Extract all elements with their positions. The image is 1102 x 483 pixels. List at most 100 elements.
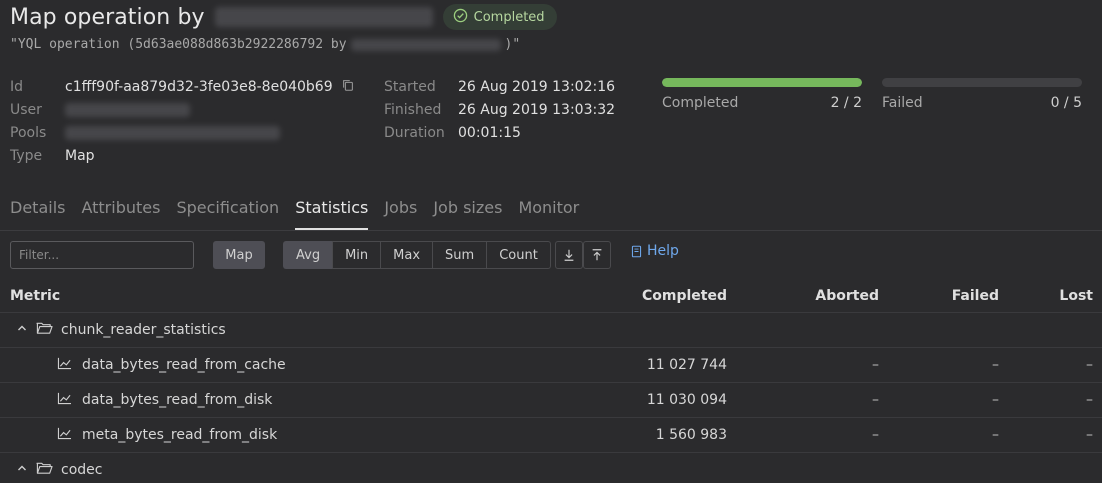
duration: 00:01:15: [458, 124, 521, 141]
chevron-up-icon[interactable]: [16, 462, 28, 478]
finished-time: 26 Aug 2019 13:03:32: [458, 101, 616, 118]
tab-attributes[interactable]: Attributes: [81, 196, 160, 230]
operation-subtitle: "YQL operation (5d63ae088d863b2922286792…: [10, 37, 520, 52]
meta-row-duration: Duration 00:01:15: [384, 121, 615, 144]
line-chart-icon[interactable]: [57, 357, 72, 374]
cell-lost: –: [1086, 392, 1093, 408]
failed-bar: [882, 78, 1082, 87]
operation-type: Map: [65, 147, 95, 164]
folder-open-icon: [36, 461, 53, 479]
col-completed[interactable]: Completed: [600, 288, 727, 304]
collapse-all-button[interactable]: [583, 241, 611, 269]
meta-row-type: Type Map: [10, 144, 355, 167]
group-name: chunk_reader_statistics: [61, 322, 226, 338]
page-header: Map operation by Completed: [10, 2, 557, 32]
status-badge: Completed: [442, 4, 557, 30]
meta-label: Type: [10, 147, 43, 164]
aggregation-avg-button[interactable]: Avg: [283, 241, 333, 269]
aggregation-min-button[interactable]: Min: [332, 241, 381, 269]
meta-label: Started: [384, 78, 436, 95]
cell-failed: –: [992, 392, 999, 408]
failed-progress: Failed 0 / 5: [882, 78, 1082, 111]
table-row[interactable]: data_bytes_read_from_disk 11 030 094 – –…: [0, 383, 1102, 418]
meta-label: Pools: [10, 124, 47, 141]
chevron-up-icon[interactable]: [16, 322, 28, 338]
group-name: codec: [61, 462, 103, 478]
completed-label: Completed: [662, 95, 739, 111]
meta-row-started: Started 26 Aug 2019 13:02:16: [384, 75, 615, 98]
arrow-up-bar-icon: [592, 249, 602, 261]
operation-id: c1fff90f-aa879d32-3fe03e8-8e040b69: [65, 78, 333, 95]
job-type-map-button[interactable]: Map: [213, 241, 265, 269]
col-metric[interactable]: Metric: [0, 288, 600, 304]
tab-jobs[interactable]: Jobs: [384, 196, 417, 230]
metric-name: data_bytes_read_from_disk: [82, 392, 273, 408]
table-row[interactable]: data_bytes_read_from_cache 11 027 744 – …: [0, 348, 1102, 383]
cell-failed: –: [992, 427, 999, 443]
expand-all-button[interactable]: [555, 241, 583, 269]
col-failed[interactable]: Failed: [879, 288, 999, 304]
cell-completed: 1 560 983: [655, 427, 727, 443]
redacted-pools: [65, 125, 280, 140]
subtitle-suffix: )": [504, 37, 521, 52]
meta-row-id: Id c1fff90f-aa879d32-3fe03e8-8e040b69: [10, 75, 355, 98]
tab-specification[interactable]: Specification: [176, 196, 279, 230]
col-lost[interactable]: Lost: [999, 288, 1093, 304]
meta-row-user: User: [10, 98, 355, 121]
help-link[interactable]: Help: [630, 241, 679, 261]
cell-completed: 11 027 744: [646, 357, 727, 373]
arrow-down-bar-icon: [564, 249, 574, 261]
line-chart-icon[interactable]: [57, 427, 72, 444]
cell-aborted: –: [872, 427, 879, 443]
failed-label: Failed: [882, 95, 923, 111]
completed-bar-fill: [662, 78, 862, 87]
tab-details[interactable]: Details: [10, 196, 65, 230]
check-circle-icon: [453, 8, 468, 27]
help-label: Help: [647, 243, 679, 259]
meta-row-finished: Finished 26 Aug 2019 13:03:32: [384, 98, 615, 121]
cell-aborted: –: [872, 392, 879, 408]
cell-failed: –: [992, 357, 999, 373]
table-group-row[interactable]: chunk_reader_statistics: [0, 313, 1102, 348]
redacted-owner: [214, 7, 433, 27]
meta-label: Finished: [384, 101, 442, 118]
meta-row-pools: Pools: [10, 121, 355, 144]
meta-label: Duration: [384, 124, 445, 141]
book-icon: [631, 245, 642, 257]
copy-icon[interactable]: [333, 78, 355, 96]
cell-lost: –: [1086, 427, 1093, 443]
table-header: Metric Completed Aborted Failed Lost: [0, 280, 1102, 313]
table-row[interactable]: meta_bytes_read_from_disk 1 560 983 – – …: [0, 418, 1102, 453]
completed-count: 2 / 2: [830, 95, 862, 111]
col-aborted[interactable]: Aborted: [727, 288, 879, 304]
filter-input[interactable]: [10, 241, 194, 269]
metric-name: meta_bytes_read_from_disk: [82, 427, 278, 443]
page-title: Map operation by: [10, 4, 205, 30]
meta-left: Id c1fff90f-aa879d32-3fe03e8-8e040b69 Us…: [10, 75, 355, 167]
statistics-table: Metric Completed Aborted Failed Lost chu…: [0, 280, 1102, 483]
redacted-author: [350, 38, 501, 51]
redacted-user: [65, 102, 190, 117]
subtitle-prefix: "YQL operation (5d63ae088d863b2922286792…: [10, 37, 347, 52]
meta-timing: Started 26 Aug 2019 13:02:16 Finished 26…: [384, 75, 615, 144]
status-text: Completed: [473, 9, 545, 25]
tab-statistics[interactable]: Statistics: [295, 196, 369, 230]
table-group-row[interactable]: codec: [0, 453, 1102, 483]
started-time: 26 Aug 2019 13:02:16: [458, 78, 616, 95]
completed-bar: [662, 78, 862, 87]
metric-name: data_bytes_read_from_cache: [82, 357, 286, 373]
aggregation-max-button[interactable]: Max: [380, 241, 433, 269]
folder-open-icon: [36, 321, 53, 339]
aggregation-sum-button[interactable]: Sum: [432, 241, 487, 269]
cell-lost: –: [1086, 357, 1093, 373]
aggregation-selector: Avg Min Max Sum Count: [283, 241, 551, 269]
completed-progress: Completed 2 / 2: [662, 78, 862, 111]
tab-monitor[interactable]: Monitor: [518, 196, 579, 230]
tab-bar: Details Attributes Specification Statist…: [10, 196, 579, 230]
cell-completed: 11 030 094: [646, 392, 727, 408]
tab-job-sizes[interactable]: Job sizes: [433, 196, 502, 230]
meta-label: User: [10, 101, 42, 118]
aggregation-count-button[interactable]: Count: [486, 241, 551, 269]
tab-divider: [0, 230, 1102, 231]
line-chart-icon[interactable]: [57, 392, 72, 409]
